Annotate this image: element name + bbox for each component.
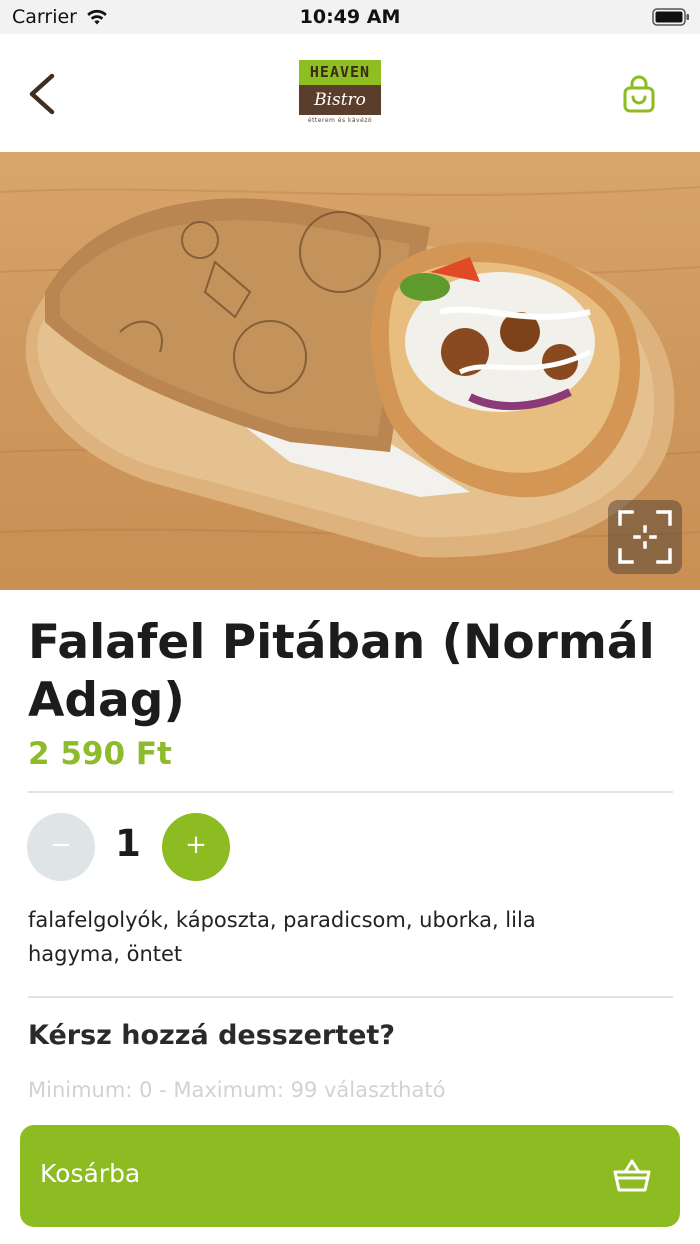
dessert-selection-hint: Minimum: 0 - Maximum: 99 választható [28,1078,446,1102]
product-image [0,152,700,590]
shopping-bag-icon[interactable] [622,74,656,114]
divider [28,791,673,793]
increase-quantity-button[interactable]: + [162,813,230,881]
status-bar: Carrier 10:49 AM [0,0,700,34]
product-price: 2 590 Ft [28,736,172,772]
heaven-bistro-logo: HEAVEN Bistro étterem és kávézó [299,60,381,126]
product-description: falafelgolyók, káposzta, paradicsom, ubo… [28,908,536,966]
add-to-cart-label: Kosárba [40,1159,141,1188]
divider [28,996,673,998]
decrease-quantity-button[interactable]: − [27,813,95,881]
scan-button[interactable] [608,500,682,574]
logo-bottom-text: Bistro [299,85,381,115]
status-time: 10:49 AM [299,6,401,28]
basket-icon [613,1159,651,1192]
dessert-section-title: Kérsz hozzá desszertet? [28,1020,395,1051]
product-title: Falafel Pitában (Normál Adag) [28,615,655,728]
battery-icon [652,8,689,26]
nav-header: HEAVEN Bistro étterem és kávézó [0,34,700,153]
logo-top-text: HEAVEN [299,60,381,85]
back-chevron-icon[interactable] [22,72,62,116]
add-to-cart-button[interactable]: Kosárba [20,1125,680,1227]
scan-icon [618,510,672,564]
falafel-pita-illustration [0,186,700,558]
quantity-value: 1 [115,822,141,865]
logo-subtitle: étterem és kávézó [307,117,373,124]
